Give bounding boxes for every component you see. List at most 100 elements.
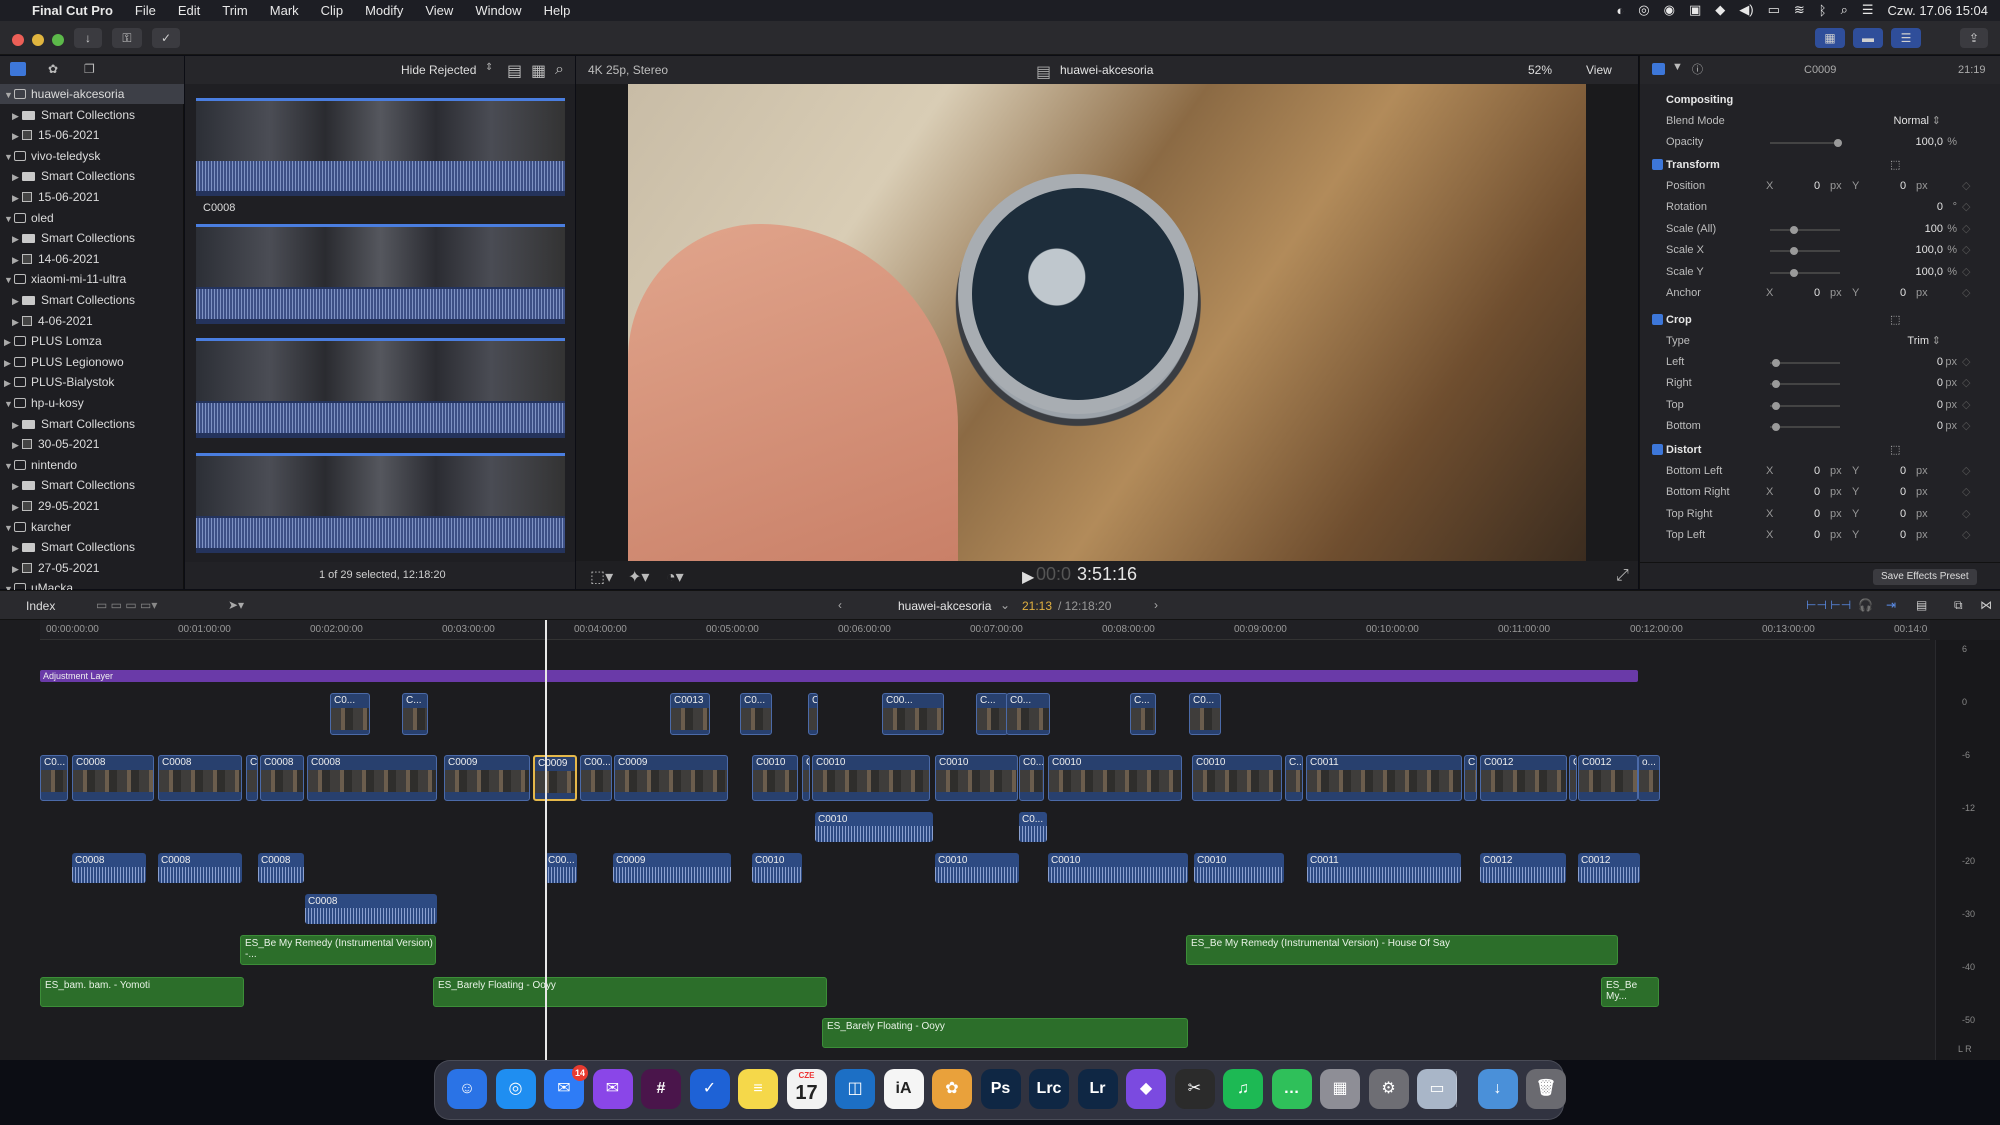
audio-skimming-icon[interactable]: 🎧 xyxy=(1858,598,1873,612)
primary-video-clip[interactable]: C0010 xyxy=(935,755,1018,801)
y-value[interactable]: 0 xyxy=(1900,176,1906,197)
primary-video-clip[interactable]: C... xyxy=(1285,755,1303,801)
library-tree-item[interactable]: ▶ 27-05-2021 xyxy=(0,558,184,578)
clip-appearance-icon[interactable]: ▤ xyxy=(1916,598,1927,612)
disclosure-triangle-icon[interactable]: ▼ xyxy=(4,518,14,538)
y-value[interactable]: 0 xyxy=(1900,461,1906,482)
audio-clip[interactable]: C0010 xyxy=(935,853,1019,883)
index-button[interactable]: Index xyxy=(26,599,55,613)
audio-clip[interactable]: C0009 xyxy=(613,853,731,883)
wifi-icon[interactable]: ≋ xyxy=(1794,2,1805,18)
disclosure-triangle-icon[interactable]: ▶ xyxy=(12,126,22,146)
dock-app-mail[interactable]: ✉ 14 xyxy=(544,1065,588,1109)
keyframe-icon[interactable]: ◇ xyxy=(1962,240,1970,261)
edit-tools-icon[interactable]: ▭ ▭ ▭ ▭▾ xyxy=(96,598,157,612)
menu-view[interactable]: View xyxy=(425,3,453,18)
dock-app-tasks[interactable]: ✓ xyxy=(689,1069,730,1109)
status-icon[interactable]: ◐ xyxy=(1616,3,1624,18)
status-icon[interactable]: ◉ xyxy=(1664,2,1675,18)
timecode-display[interactable]: 3:51:16 xyxy=(1077,564,1137,585)
keyword-button[interactable]: ⚿ xyxy=(112,28,142,48)
disclosure-triangle-icon[interactable]: ▶ xyxy=(4,373,14,393)
dock-app-preview[interactable]: ▭ xyxy=(1417,1069,1457,1109)
disclosure-triangle-icon[interactable]: ▼ xyxy=(4,209,14,229)
connected-video-clip[interactable]: C... xyxy=(1130,693,1156,735)
titles-tab-icon[interactable]: ❐ xyxy=(84,62,95,76)
playhead[interactable] xyxy=(545,620,547,1060)
connected-video-clip[interactable]: C0... xyxy=(1006,693,1050,735)
library-tree-item[interactable]: ▶ 30-05-2021 xyxy=(0,434,184,454)
primary-video-clip[interactable]: C0010 xyxy=(1192,755,1282,801)
keyframe-icon[interactable]: ◇ xyxy=(1962,482,1970,503)
music-clip[interactable]: ES_bam. bam. - Yomoti xyxy=(40,977,244,1007)
browser-clip[interactable] xyxy=(196,98,565,196)
parameter-slider[interactable] xyxy=(1770,247,1840,256)
library-tree-item[interactable]: ▶ 29-05-2021 xyxy=(0,496,184,516)
audio-clip[interactable]: C0008 xyxy=(305,894,437,924)
library-tree-item[interactable]: ▶ Smart Collections xyxy=(0,166,184,186)
primary-video-clip[interactable]: C0011 xyxy=(1306,755,1462,801)
slider-knob[interactable] xyxy=(1790,247,1798,256)
slider-knob[interactable] xyxy=(1790,268,1798,277)
slider-knob[interactable] xyxy=(1772,359,1780,367)
dock-app-affinity[interactable]: ◆ xyxy=(1126,1069,1166,1109)
fullscreen-icon[interactable]: ⤢ xyxy=(1616,567,1629,585)
search-icon[interactable]: ⌕ xyxy=(1841,2,1848,18)
parameter-value[interactable]: 0 xyxy=(1937,416,1943,437)
parameter-slider[interactable] xyxy=(1770,225,1840,234)
menu-edit[interactable]: Edit xyxy=(178,3,200,18)
audio-clip[interactable]: C00... xyxy=(545,853,577,883)
x-value[interactable]: 0 xyxy=(1814,525,1820,546)
library-tree-item[interactable]: ▶ Smart Collections xyxy=(0,228,184,248)
dock-app-ia[interactable]: iA xyxy=(883,1069,924,1109)
primary-video-clip[interactable]: C0... xyxy=(40,755,68,801)
dock-app-trello[interactable]: ◫ xyxy=(835,1069,875,1109)
connected-video-clip[interactable]: C xyxy=(808,693,818,735)
disclosure-triangle-icon[interactable]: ▼ xyxy=(4,147,14,167)
library-tree-item[interactable]: ▶ 15-06-2021 xyxy=(0,187,184,207)
keyframe-icon[interactable]: ◇ xyxy=(1962,504,1970,525)
transitions-browser-icon[interactable]: ⋈ xyxy=(1980,598,1992,612)
transform-onscreen-icon[interactable]: ⬚ xyxy=(1890,154,1900,176)
browser-clip[interactable] xyxy=(196,224,565,324)
music-clip[interactable]: ES_Barely Floating - Ooyy xyxy=(433,977,827,1007)
music-clip[interactable]: ES_Be My Remedy (Instrumental Version) -… xyxy=(1186,935,1618,965)
disclosure-triangle-icon[interactable]: ▶ xyxy=(4,332,14,352)
dock-app-trash[interactable]: 🗑 xyxy=(1526,1069,1566,1109)
keyframe-icon[interactable]: ◇ xyxy=(1962,461,1970,482)
status-icon[interactable]: ◆ xyxy=(1715,2,1725,18)
library-tree-item[interactable]: ▶ Smart Collections xyxy=(0,414,184,434)
primary-video-clip[interactable]: C... xyxy=(1464,755,1477,801)
audio-clip[interactable]: C0010 xyxy=(1194,853,1284,883)
y-value[interactable]: 0 xyxy=(1900,482,1906,503)
disclosure-triangle-icon[interactable]: ▶ xyxy=(12,167,22,187)
library-tree-item[interactable]: ▶ 4-06-2021 xyxy=(0,311,184,331)
dock-app-safari[interactable]: ◎ xyxy=(495,1069,536,1109)
primary-video-clip[interactable]: C0008 xyxy=(158,755,242,801)
music-clip[interactable]: ES_Barely Floating - Ooyy xyxy=(822,1018,1188,1048)
library-tree-item[interactable]: ▼ hp-u-kosy xyxy=(0,393,184,413)
view-menu[interactable]: View xyxy=(1586,63,1612,77)
dock-app-messenger[interactable]: ✉ xyxy=(592,1069,633,1109)
disclosure-triangle-icon[interactable]: ▼ xyxy=(4,394,14,414)
primary-video-clip[interactable]: C xyxy=(1569,755,1577,801)
timeline-project-name[interactable]: huawei-akcesoria xyxy=(898,599,991,613)
connected-video-clip[interactable]: C0013 xyxy=(670,693,710,735)
disclosure-triangle-icon[interactable]: ▶ xyxy=(12,188,22,208)
library-tree-item[interactable]: ▶ Smart Collections xyxy=(0,537,184,557)
slider-knob[interactable] xyxy=(1790,225,1798,234)
parameter-slider[interactable] xyxy=(1770,401,1840,410)
connected-video-clip[interactable]: C0... xyxy=(330,693,370,735)
bluetooth-icon[interactable]: ᛒ xyxy=(1819,3,1827,18)
dock-app-notes[interactable]: ≡ xyxy=(738,1069,778,1109)
audio-clip[interactable]: C0012 xyxy=(1480,853,1566,883)
x-value[interactable]: 0 xyxy=(1814,482,1820,503)
menu-trim[interactable]: Trim xyxy=(222,3,248,18)
transform-tool-icon[interactable]: ⬚▾ xyxy=(590,567,613,587)
disclosure-triangle-icon[interactable]: ▼ xyxy=(4,270,14,290)
disclosure-triangle-icon[interactable]: ▶ xyxy=(12,250,22,270)
keyframe-icon[interactable]: ◇ xyxy=(1962,352,1970,373)
dock-app-calendar[interactable]: CZE 17 xyxy=(786,1069,827,1109)
y-value[interactable]: 0 xyxy=(1900,525,1906,546)
disclosure-triangle-icon[interactable]: ▼ xyxy=(4,456,14,476)
